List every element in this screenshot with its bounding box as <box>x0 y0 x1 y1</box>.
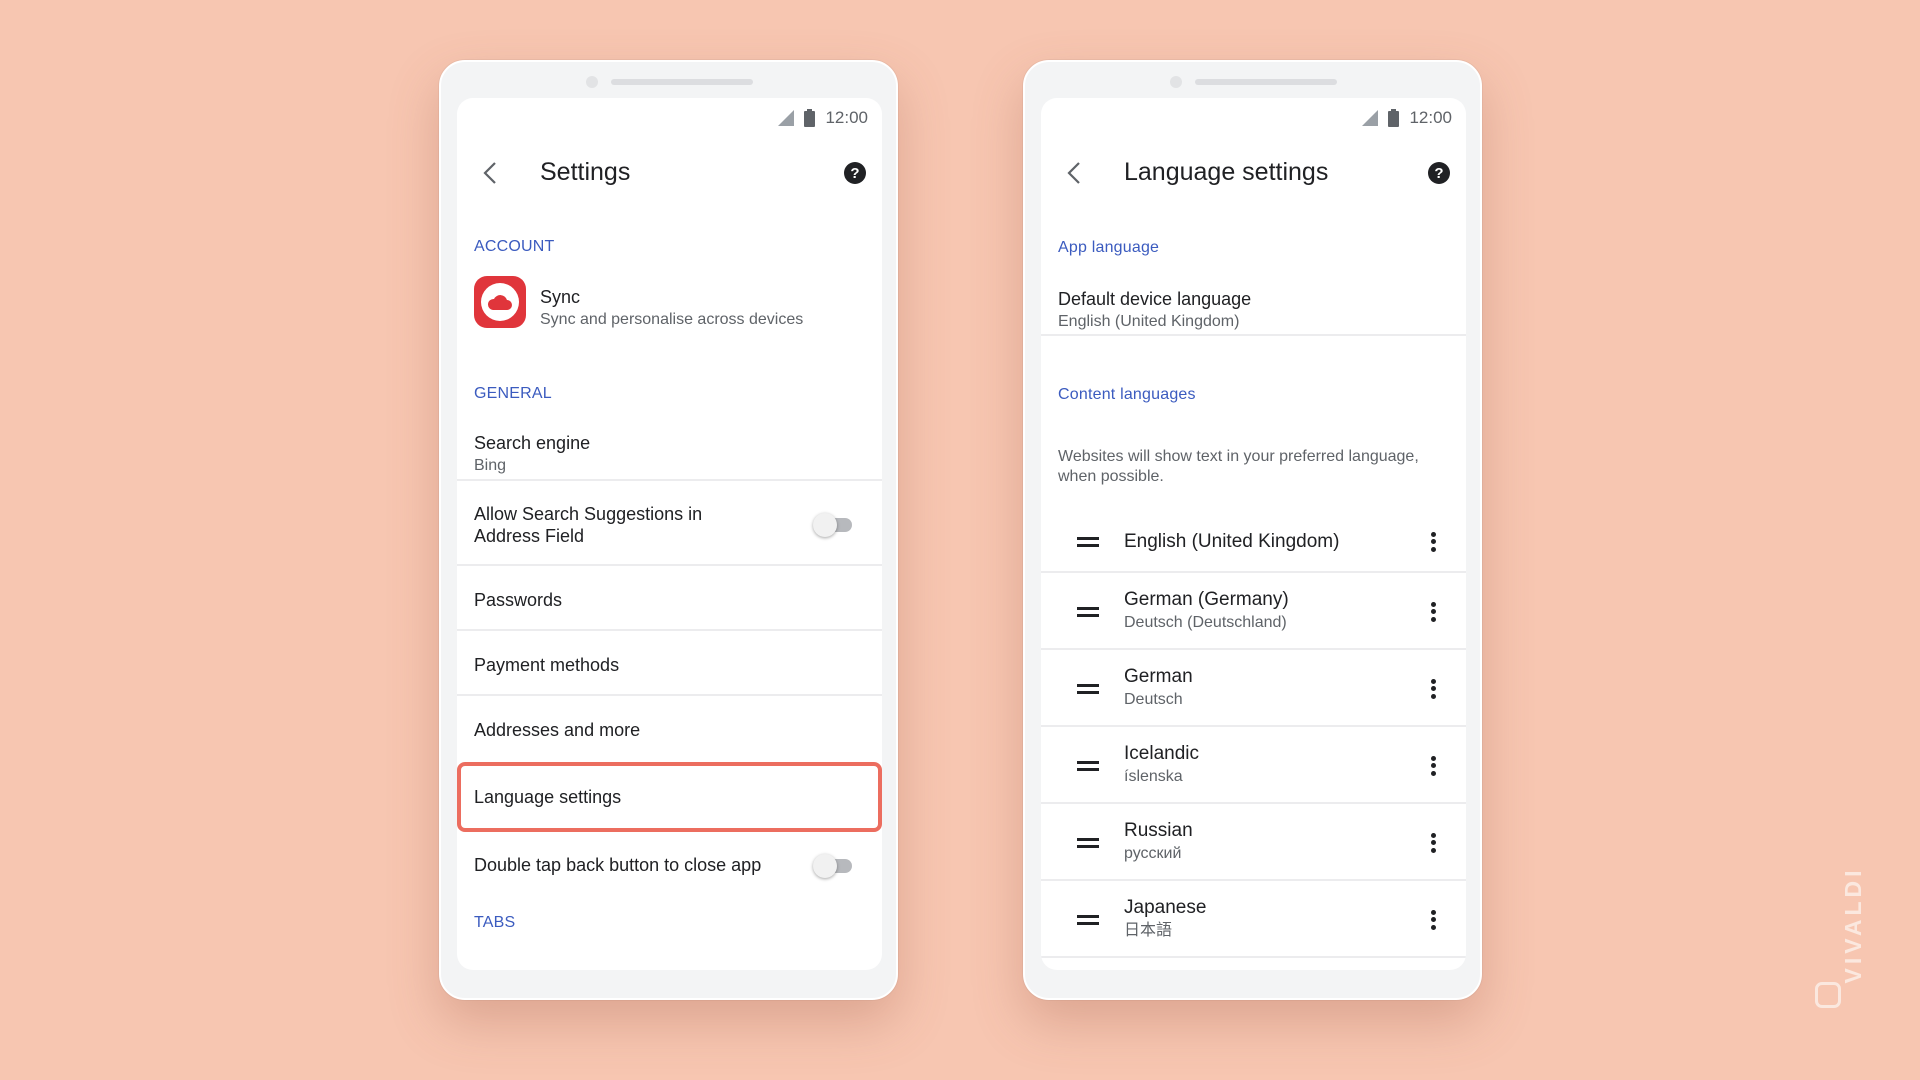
page-title: Settings <box>540 158 631 186</box>
back-icon[interactable] <box>1061 158 1089 188</box>
language-native-name: íslenska <box>1124 767 1183 785</box>
more-vert-icon[interactable] <box>1430 755 1436 776</box>
language-item[interactable]: Japanese 日本語 <box>1041 881 1466 958</box>
language-native-name: 日本語 <box>1124 921 1173 939</box>
language-settings-screen: 12:00 Language settings ? App language D… <box>1041 98 1466 970</box>
language-native-name: русский <box>1124 844 1182 862</box>
camera <box>586 76 598 88</box>
status-time: 12:00 <box>1409 108 1452 127</box>
cloud-icon <box>487 295 512 310</box>
section-tabs: TABS <box>474 914 516 931</box>
search-engine-row[interactable]: Search engine Bing <box>457 416 882 481</box>
help-icon[interactable]: ? <box>1428 162 1450 184</box>
language-settings-label: Language settings <box>474 787 622 807</box>
language-native-name: Deutsch (Deutschland) <box>1124 613 1287 631</box>
passwords-label: Passwords <box>474 590 563 610</box>
payment-methods-row[interactable]: Payment methods <box>457 633 882 696</box>
toggle-knob <box>813 854 837 878</box>
search-suggestions-row[interactable]: Allow Search Suggestions in Address Fiel… <box>457 483 882 566</box>
passwords-row[interactable]: Passwords <box>457 568 882 631</box>
signal-icon <box>1362 110 1379 126</box>
status-bar: 12:00 <box>778 98 868 138</box>
default-language-title: Default device language <box>1058 289 1252 309</box>
language-name: Japanese <box>1124 896 1207 918</box>
double-tap-row[interactable]: Double tap back button to close app <box>457 834 882 896</box>
search-suggestions-toggle[interactable] <box>813 513 852 537</box>
search-suggestions-line2: Address Field <box>474 526 585 546</box>
default-language-row[interactable]: Default device language English (United … <box>1041 266 1466 336</box>
language-name: German (Germany) <box>1124 588 1289 610</box>
help-icon[interactable]: ? <box>844 162 866 184</box>
language-item[interactable]: German (Germany) Deutsch (Deutschland) <box>1041 573 1466 650</box>
payment-methods-label: Payment methods <box>474 655 620 675</box>
app-bar: Language settings ? <box>1041 144 1466 204</box>
language-name: Russian <box>1124 819 1193 841</box>
signal-icon <box>778 110 795 126</box>
sync-title: Sync <box>540 287 581 307</box>
battery-icon <box>1388 109 1400 127</box>
section-app-language: App language <box>1058 239 1160 256</box>
phone-settings: 12:00 Settings ? ACCOUNT Sync Sync and p… <box>439 60 898 1000</box>
drag-handle-icon[interactable] <box>1077 837 1099 848</box>
double-tap-toggle[interactable] <box>813 854 852 878</box>
section-content-languages: Content languages <box>1058 386 1196 403</box>
more-vert-icon[interactable] <box>1430 909 1436 930</box>
language-item[interactable]: Icelandic íslenska <box>1041 727 1466 804</box>
language-item[interactable]: Norwegian Bokmål <box>1041 958 1466 970</box>
page-title: Language settings <box>1124 158 1329 186</box>
battery-icon <box>804 109 816 127</box>
language-item[interactable]: English (United Kingdom) <box>1041 510 1466 573</box>
speaker <box>1195 79 1337 85</box>
language-name: Icelandic <box>1124 742 1199 764</box>
more-vert-icon[interactable] <box>1430 678 1436 699</box>
back-icon[interactable] <box>477 158 505 188</box>
language-native-name: Deutsch <box>1124 690 1183 708</box>
search-suggestions-line1: Allow Search Suggestions in <box>474 504 703 524</box>
sync-app-icon <box>474 276 526 328</box>
more-vert-icon[interactable] <box>1430 601 1436 622</box>
drag-handle-icon[interactable] <box>1077 606 1099 617</box>
content-languages-description: Websites will show text in your preferre… <box>1058 447 1448 487</box>
brand-wordmark: VIVALDI <box>1840 866 1866 984</box>
more-vert-icon[interactable] <box>1430 531 1436 552</box>
language-name: German <box>1124 665 1193 687</box>
section-account: ACCOUNT <box>474 238 555 255</box>
drag-handle-icon[interactable] <box>1077 683 1099 694</box>
status-time: 12:00 <box>825 108 868 127</box>
default-language-value: English (United Kingdom) <box>1058 313 1240 330</box>
speaker <box>611 79 753 85</box>
description-line2: when possible. <box>1058 468 1164 485</box>
language-item[interactable]: Russian русский <box>1041 804 1466 881</box>
sync-subtitle: Sync and personalise across devices <box>540 311 804 328</box>
section-general: GENERAL <box>474 385 552 402</box>
toggle-knob <box>813 513 837 537</box>
camera <box>1170 76 1182 88</box>
vivaldi-logo <box>1815 982 1841 1008</box>
search-engine-value: Bing <box>474 457 507 474</box>
drag-handle-icon[interactable] <box>1077 914 1099 925</box>
language-settings-row[interactable]: Language settings <box>457 762 882 832</box>
language-name: English (United Kingdom) <box>1124 530 1340 552</box>
drag-handle-icon[interactable] <box>1077 536 1099 547</box>
search-engine-title: Search engine <box>474 433 591 453</box>
phone-language-settings: 12:00 Language settings ? App language D… <box>1023 60 1482 1000</box>
description-line1: Websites will show text in your preferre… <box>1058 448 1419 465</box>
double-tap-label: Double tap back button to close app <box>474 855 762 875</box>
drag-handle-icon[interactable] <box>1077 760 1099 771</box>
app-bar: Settings ? <box>457 144 882 204</box>
status-bar: 12:00 <box>1362 98 1452 138</box>
addresses-row[interactable]: Addresses and more <box>457 698 882 761</box>
sync-row[interactable]: Sync Sync and personalise across devices <box>457 266 882 342</box>
language-item[interactable]: German Deutsch <box>1041 650 1466 727</box>
addresses-label: Addresses and more <box>474 720 641 740</box>
settings-screen: 12:00 Settings ? ACCOUNT Sync Sync and p… <box>457 98 882 970</box>
more-vert-icon[interactable] <box>1430 832 1436 853</box>
